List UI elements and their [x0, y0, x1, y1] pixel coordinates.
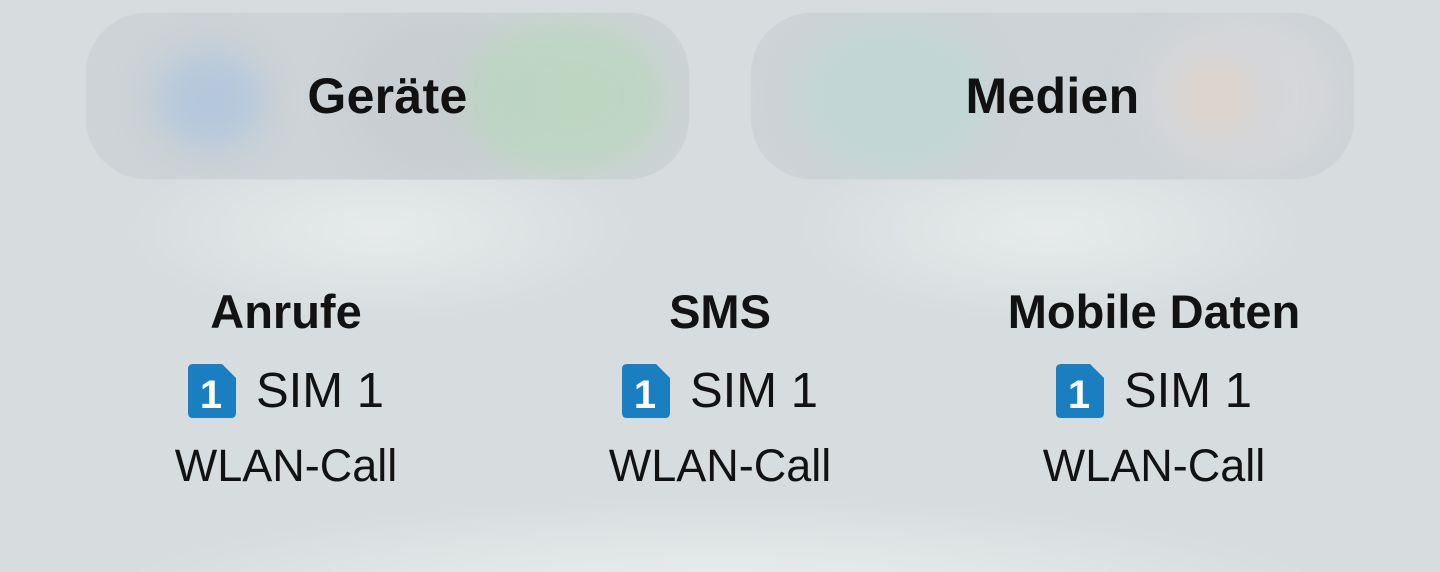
sim-badge-number: 1 — [634, 373, 656, 417]
mobile-data-sim-setting[interactable]: Mobile Daten 1 SIM 1 WLAN-Call — [944, 282, 1364, 495]
calls-sim-label: SIM 1 — [256, 364, 384, 418]
sms-wlan-status: WLAN-Call — [608, 440, 832, 491]
sim-badge-number: 1 — [1068, 373, 1090, 417]
devices-tile-label: Geräte — [307, 68, 468, 124]
sms-title: SMS — [669, 285, 771, 338]
media-tile-label: Medien — [965, 68, 1140, 124]
sms-sim-label: SIM 1 — [690, 364, 818, 418]
sim-badge-number: 1 — [200, 373, 222, 417]
devices-tile[interactable]: Geräte — [85, 12, 690, 180]
sms-sim-row: 1 SIM 1 — [510, 362, 930, 420]
mobile-data-wlan-status: WLAN-Call — [1042, 440, 1266, 491]
sim-card-icon: 1 — [622, 364, 670, 418]
calls-sim-row: 1 SIM 1 — [76, 362, 496, 420]
sim-card-icon: 1 — [1056, 364, 1104, 418]
sim-card-icon: 1 — [188, 364, 236, 418]
calls-title: Anrufe — [210, 285, 362, 338]
mobile-data-title: Mobile Daten — [1007, 285, 1301, 338]
mobile-data-sim-label: SIM 1 — [1124, 364, 1252, 418]
calls-wlan-status: WLAN-Call — [174, 440, 398, 491]
media-tile[interactable]: Medien — [750, 12, 1355, 180]
calls-sim-setting[interactable]: Anrufe 1 SIM 1 WLAN-Call — [76, 282, 496, 495]
mobile-data-sim-row: 1 SIM 1 — [944, 362, 1364, 420]
sms-sim-setting[interactable]: SMS 1 SIM 1 WLAN-Call — [510, 282, 930, 495]
